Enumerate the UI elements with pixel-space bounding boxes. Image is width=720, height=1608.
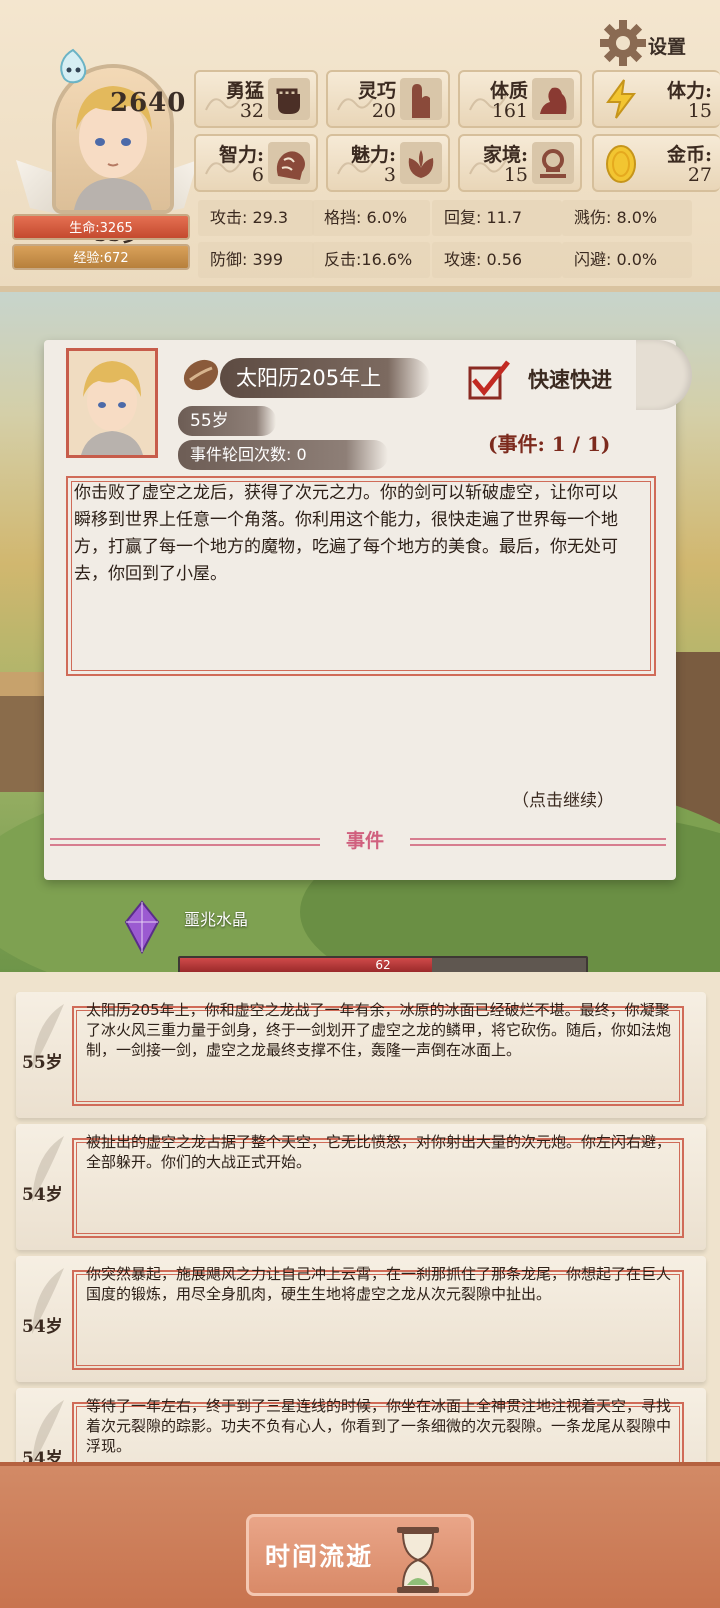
lightning-icon — [606, 79, 636, 119]
muscle-arm-icon — [532, 78, 574, 120]
combat-stat: 格挡: 6.0% — [312, 200, 430, 236]
character-portrait-icon — [69, 351, 155, 455]
history-entry[interactable]: 55岁 太阳历205年上，你和虚空之龙战了一年有余，冰原的冰面已经破烂不堪。最终… — [16, 992, 706, 1118]
history-age: 54岁 — [22, 1449, 63, 1462]
history-age: 54岁 — [22, 1317, 63, 1337]
time-pass-label: 时间流逝 — [265, 1542, 374, 1571]
attr-label: 勇猛 — [225, 80, 264, 102]
event-footer-label: 事件 — [320, 826, 410, 853]
attr-value: 32 — [239, 100, 264, 122]
crystal-name: 噩兆水晶 — [184, 910, 249, 929]
avatar-frame[interactable]: 2640 55岁 — [16, 40, 192, 246]
attr-label: 体质 — [489, 80, 528, 102]
settings-button[interactable]: 设置 — [596, 12, 720, 68]
attr-value: 15 — [503, 164, 528, 186]
attr-value: 161 — [491, 100, 528, 122]
combat-stat: 反击:16.6% — [312, 242, 430, 278]
history-age: 55岁 — [22, 1053, 63, 1073]
tap-to-continue[interactable]: （点击继续） — [512, 786, 614, 811]
attr-value: 3 — [383, 164, 396, 186]
money-bag-icon — [532, 142, 574, 184]
attr-family[interactable]: 家境: 15 — [458, 134, 582, 192]
event-age: 55岁 — [178, 406, 276, 436]
attr-intelligence[interactable]: 智力: 6 — [194, 134, 318, 192]
crystal-icon — [124, 900, 160, 954]
combat-stat: 攻速: 0.56 — [432, 242, 562, 278]
bottom-bar: 时间流逝 — [0, 1462, 720, 1608]
history-log[interactable]: 55岁 太阳历205年上，你和虚空之龙战了一年有余，冰原的冰面已经破烂不堪。最终… — [0, 972, 720, 1462]
brain-icon — [268, 142, 310, 184]
attr-value: 20 — [371, 100, 396, 122]
hourglass-icon — [397, 1527, 439, 1593]
lotus-icon — [400, 142, 442, 184]
event-counter: (事件: 1 / 1) — [488, 432, 611, 456]
time-pass-button[interactable]: 时间流逝 — [246, 1514, 474, 1596]
crystal-progress-value: 62 — [375, 958, 391, 972]
attr-constitution[interactable]: 体质 161 — [458, 70, 582, 128]
settings-label: 设置 — [648, 36, 687, 58]
attr-value: 6 — [251, 164, 264, 186]
resource-value: 27 — [687, 164, 712, 186]
combat-stat: 溅伤: 8.0% — [562, 200, 692, 236]
combat-stat: 回复: 11.7 — [432, 200, 562, 236]
resource-label: 金币: — [666, 144, 712, 166]
spirit-icon — [60, 48, 87, 84]
attr-charm[interactable]: 魅力: 3 — [326, 134, 450, 192]
status-panel: 2640 55岁 生命:3265 经验:672 勇猛 32 灵巧 20 体质 1… — [0, 0, 720, 292]
history-entry[interactable]: 54岁 你突然暴起，施展飓风之力让自己冲上云霄，在一刹那抓住了那条龙尾，你想起了… — [16, 1256, 706, 1382]
attr-label: 魅力: — [350, 144, 396, 166]
history-entry[interactable]: 54岁 等待了一年左右，终于到了三星连线的时候，你坐在冰面上全神贯注地注视着天空… — [16, 1388, 706, 1462]
history-text: 被扯出的虚空之龙占据了整个天空，它无比愤怒，对你射出大量的次元炮。你左闪右避，全… — [86, 1133, 672, 1171]
history-text: 太阳历205年上，你和虚空之龙战了一年有余，冰原的冰面已经破烂不堪。最终，你凝聚… — [86, 1001, 672, 1059]
event-text: 你击败了虚空之龙后，获得了次元之力。你的剑可以斩破虚空，让你可以瞬移到世界上任意… — [74, 483, 618, 584]
fast-forward-checkbox[interactable] — [468, 358, 512, 400]
event-portrait — [66, 348, 158, 458]
attr-dexterity[interactable]: 灵巧 20 — [326, 70, 450, 128]
history-age: 54岁 — [22, 1185, 63, 1205]
combat-stat: 防御: 399 — [198, 242, 314, 278]
event-cycle-count: 事件轮回次数: 0 — [178, 440, 388, 470]
hp-bar: 生命:3265 — [12, 214, 190, 240]
combat-stat: 攻击: 29.3 — [198, 200, 314, 236]
combat-stat: 闪避: 0.0% — [562, 242, 692, 278]
hand-icon — [400, 78, 442, 120]
fast-forward-label[interactable]: 快速快进 — [528, 364, 612, 394]
attr-label: 灵巧 — [357, 80, 396, 102]
attr-label: 家境: — [482, 144, 528, 166]
history-entry[interactable]: 54岁 被扯出的虚空之龙占据了整个天空，它无比愤怒，对你射出大量的次元炮。你左闪… — [16, 1124, 706, 1250]
gear-icon — [600, 20, 646, 66]
attr-label: 智力: — [218, 144, 264, 166]
history-text: 等待了一年左右，终于到了三星连线的时候，你坐在冰面上全神贯注地注视着天空，寻找着… — [86, 1397, 672, 1455]
exp-bar: 经验:672 — [12, 244, 190, 270]
resource-stamina[interactable]: 体力: 15 — [592, 70, 720, 128]
gold-coin-icon — [606, 145, 636, 183]
resource-value: 15 — [687, 100, 712, 122]
score-value: 2640 — [110, 88, 187, 118]
history-text: 你突然暴起，施展飓风之力让自己冲上云霄，在一刹那抓住了那条龙尾，你想起了在巨人国… — [86, 1265, 672, 1303]
bean-coin-icon — [183, 359, 219, 391]
house-decoration — [674, 652, 720, 832]
resource-gold[interactable]: 金币: 27 — [592, 134, 720, 192]
event-card[interactable]: 太阳历205年上 55岁 事件轮回次数: 0 快速快进 (事件: 1 / 1) … — [44, 340, 692, 880]
fist-icon — [268, 78, 310, 120]
event-date: 太阳历205年上 — [220, 358, 430, 398]
resource-label: 体力: — [666, 80, 712, 102]
attr-courage[interactable]: 勇猛 32 — [194, 70, 318, 128]
